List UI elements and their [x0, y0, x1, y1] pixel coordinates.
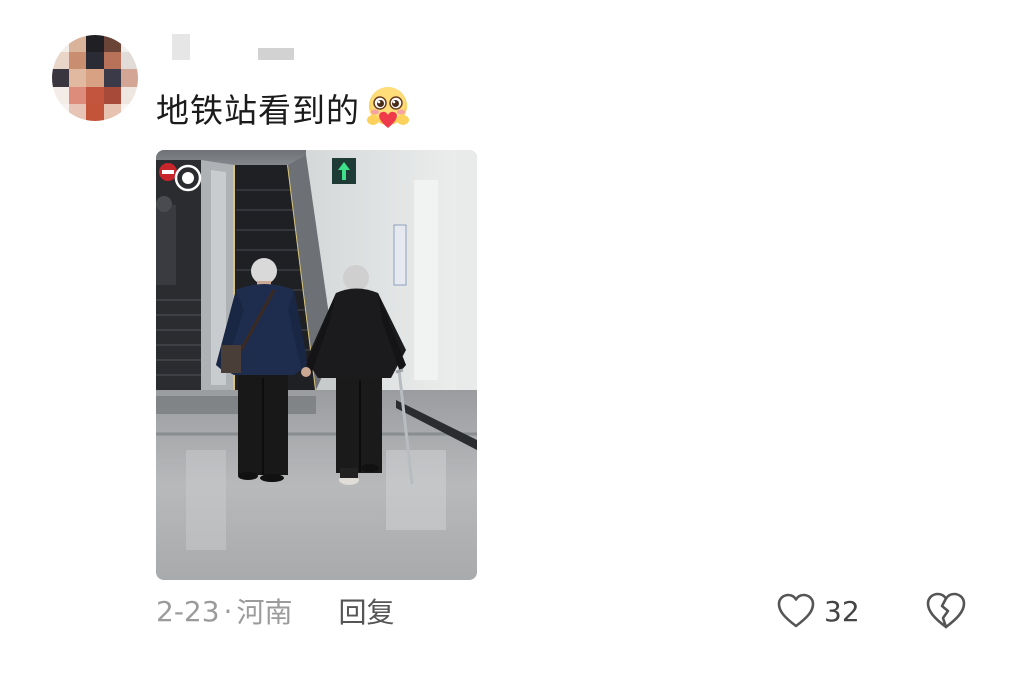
like-count: 32 [824, 594, 860, 628]
comment-meta: 2-23 · 河南 回复 [156, 590, 394, 632]
broken-heart-icon [926, 592, 966, 629]
subway-escalator-photo [156, 150, 477, 580]
like-button[interactable]: 32 [776, 590, 860, 632]
meta-separator: · [223, 594, 233, 628]
heart-eyes-hug-emoji [367, 87, 409, 128]
comment-text-row: 地铁站看到的 [156, 84, 412, 132]
heart-outline-icon [777, 593, 815, 628]
comment-text: 地铁站看到的 [156, 91, 360, 130]
comment-item: 地铁站看到的 2-23 · 河南 回复 32 [0, 0, 1011, 683]
comment-location: 河南 [236, 596, 293, 629]
avatar[interactable] [52, 35, 138, 121]
comment-photo[interactable] [156, 150, 477, 580]
username-blurred[interactable] [172, 34, 302, 62]
reply-button[interactable]: 回复 [338, 591, 394, 631]
comment-time: 2-23 [156, 594, 220, 628]
dislike-button[interactable] [924, 590, 968, 632]
